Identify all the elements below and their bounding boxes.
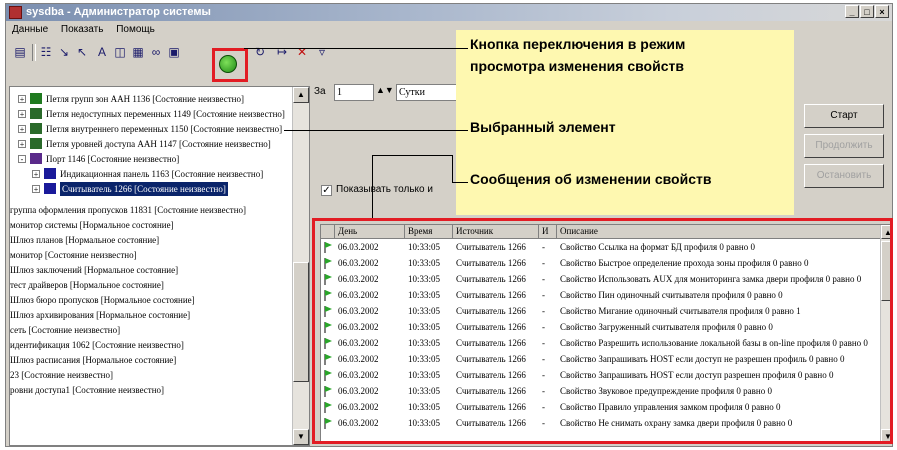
tree-node-label[interactable]: группа оформления пропусков 11831 [Состо… [10, 203, 246, 217]
callout-line-messages-vert [452, 155, 453, 182]
scroll-up-button[interactable]: ▲ [293, 87, 309, 103]
spin-arrows-icon[interactable]: ▲▼ [376, 85, 394, 95]
device-icon [30, 93, 42, 104]
stop-button[interactable]: Остановить [804, 164, 884, 188]
window-title: sysdba - Администратор системы [26, 6, 211, 18]
callout-line-messages-down [372, 155, 373, 218]
tree-node-label[interactable]: монитор [Состояние неизвестно] [10, 248, 137, 262]
callout-selected-element: Выбранный элемент [470, 119, 616, 135]
app-icon [9, 6, 22, 19]
branch-icon[interactable]: ↦ [274, 44, 290, 60]
tree-scrollbar[interactable]: ▲ ▼ [292, 87, 309, 445]
callout-mode-button-line2: просмотра изменения свойств [470, 58, 684, 74]
expand-icon[interactable]: + [18, 125, 26, 134]
save-icon[interactable]: ▤ [12, 44, 28, 60]
arrow-split-icon[interactable]: ↘ [56, 44, 72, 60]
expand-icon[interactable]: + [32, 170, 40, 179]
scroll-down-button[interactable]: ▼ [293, 429, 309, 445]
property-change-mode-icon[interactable] [219, 55, 237, 73]
panel-icon[interactable]: ◫ [112, 44, 128, 60]
tree-node-label: Петля внутреннего переменных 1150 [Состо… [46, 124, 283, 134]
tree-node-label[interactable]: Шлюз бюро пропусков [Нормальное состояни… [10, 293, 195, 307]
text-icon[interactable]: A [94, 44, 110, 60]
tree-node-label[interactable]: Шлюз архивирования [Нормальное состояние… [10, 308, 190, 322]
callout-messages: Сообщения об изменении свойств [470, 171, 712, 187]
tree-node-label[interactable]: Шлюз расписания [Нормальное состояние] [10, 353, 176, 367]
collapse-icon[interactable]: - [18, 155, 26, 164]
filter-checkbox-label: Показывать только и [336, 184, 433, 195]
callout-line-mode [244, 48, 468, 49]
monitor-icon[interactable]: ▣ [166, 44, 182, 60]
tree-node-label[interactable]: ровни доступа1 [Состояние неизвестно] [10, 383, 164, 397]
tree-node-label[interactable]: Шлюз планов [Нормальное состояние] [10, 233, 159, 247]
callout-mode-button-line1: Кнопка переключения в режим [470, 36, 686, 52]
expand-icon[interactable]: + [18, 110, 26, 119]
tree-node-label[interactable]: монитор системы [Нормальное состояние] [10, 218, 174, 232]
device-icon [30, 123, 42, 134]
tree-node-label: Петля уровней доступа AAH 1147 [Состояни… [46, 139, 271, 149]
expand-icon[interactable]: + [32, 185, 40, 194]
tree-node-label: Петля групп зон AAH 1136 [Состояние неиз… [46, 94, 244, 104]
start-button[interactable]: Старт [804, 104, 884, 128]
close-button[interactable]: × [875, 5, 889, 18]
filter-icon[interactable]: ▿ [314, 44, 330, 60]
continue-button[interactable]: Продолжить [804, 134, 884, 158]
title-bar[interactable]: sysdba - Администратор системы _ □ × [6, 4, 892, 21]
tree-node-label: Порт 1146 [Состояние неизвестно] [46, 154, 180, 164]
menu-help[interactable]: Помощь [116, 24, 155, 35]
device-icon [30, 108, 42, 119]
maximize-button[interactable]: □ [860, 5, 874, 18]
tree-node-label[interactable]: сеть [Состояние неизвестно] [10, 323, 120, 337]
grid-icon[interactable]: ▦ [130, 44, 146, 60]
expand-icon[interactable]: + [18, 140, 26, 149]
callout-line-messages-h1 [452, 182, 468, 183]
expand-icon[interactable]: + [18, 95, 26, 104]
tree-node-label[interactable]: тест драйверов [Нормальное состояние] [10, 278, 164, 292]
diagram-icon[interactable]: ☷ [38, 44, 54, 60]
tree-node-label-selected: Считыватель 1266 [Состояние неизвестно] [60, 182, 228, 196]
period-label: За [314, 86, 326, 97]
toolbar-separator [32, 44, 36, 61]
cursor-icon[interactable]: ↖ [74, 44, 90, 60]
callout-line-messages-h2 [372, 155, 453, 156]
chain-icon[interactable]: ∞ [148, 44, 164, 60]
period-value-field[interactable]: 1 [334, 84, 374, 101]
tree-node-label[interactable]: Шлюз заключений [Нормальное состояние] [10, 263, 178, 277]
tree-node-label[interactable]: 23 [Состояние неизвестно] [10, 368, 113, 382]
menu-show[interactable]: Показать [61, 24, 104, 35]
log-highlight [312, 218, 893, 444]
device-icon [30, 153, 42, 164]
scroll-thumb[interactable] [293, 262, 309, 382]
cross-branch-icon[interactable]: ✕ [294, 44, 310, 60]
device-icon [44, 168, 56, 179]
refresh-icon[interactable]: ↻ [252, 44, 268, 60]
callout-line-selected [284, 130, 468, 131]
device-icon [44, 183, 56, 194]
device-icon [30, 138, 42, 149]
filter-checkbox[interactable]: ✓ [321, 185, 332, 196]
tree-node-label[interactable]: идентификация 1062 [Состояние неизвестно… [10, 338, 184, 352]
tree-node-label: Петля недоступных переменных 1149 [Состо… [46, 109, 285, 119]
object-tree[interactable]: ▲ ▼ + Петля групп зон AAH 1136 [Состояние… [9, 86, 310, 446]
tree-node-label: Индикационная панель 1163 [Состояние неи… [60, 169, 264, 179]
menu-data[interactable]: Данные [12, 24, 48, 35]
minimize-button[interactable]: _ [845, 5, 859, 18]
